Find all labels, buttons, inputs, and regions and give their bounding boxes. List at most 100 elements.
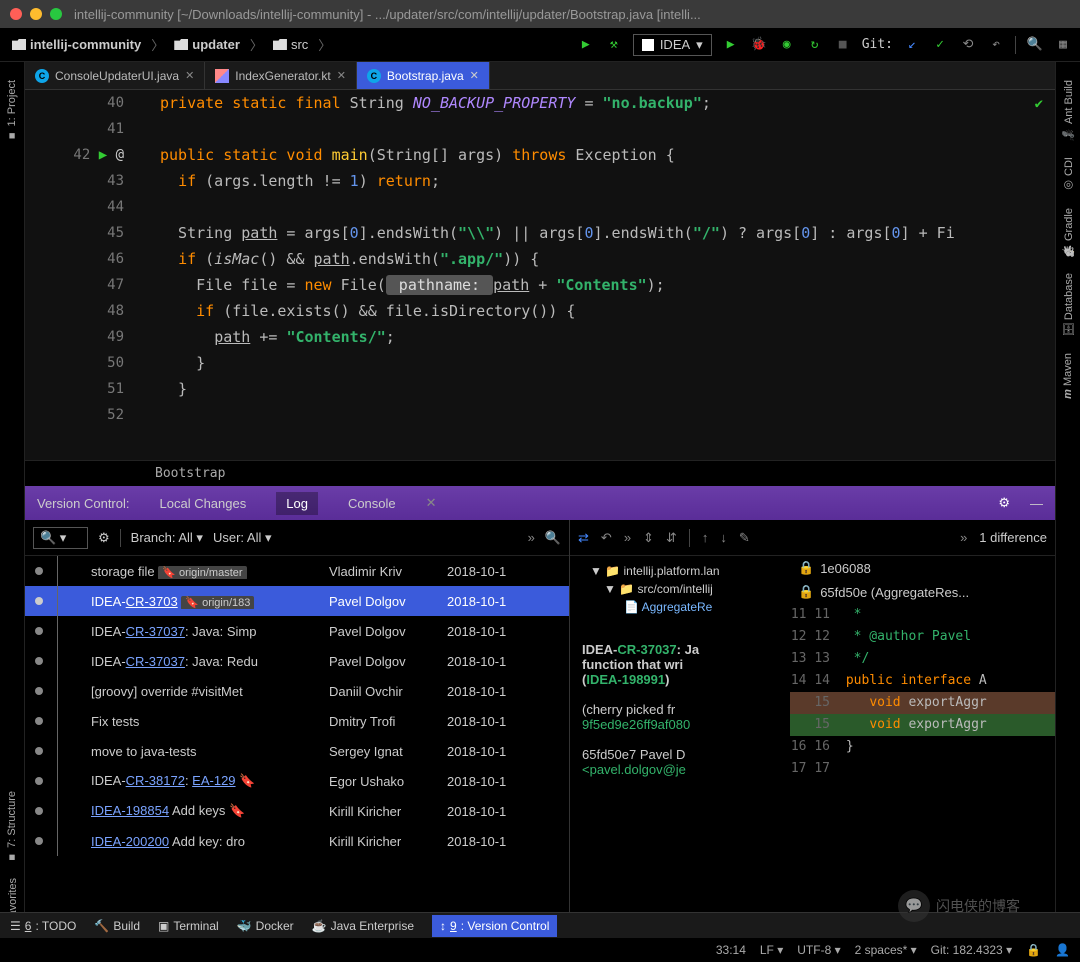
profiler-icon[interactable]: ↻ [806,36,824,54]
log-search-input[interactable]: 🔍 ▾ [33,527,88,549]
update-icon[interactable]: ↙ [903,36,921,54]
vcs-tab-console[interactable]: Console [338,492,406,515]
java-icon: C [367,69,381,83]
close-window-icon[interactable] [10,8,22,20]
diff-revision-b: 🔒 65fd50e (AggregateRes... [790,580,1055,604]
git-log-pane: 🔍 ▾ ⚙ Branch: All ▾ User: All ▾ » 🔍 stor… [25,520,570,960]
maven-tool-button[interactable]: m Maven [1062,353,1074,399]
right-tool-rail: 🐜 Ant Build ◎ CDI 🐘 Gradle 🗄 Database m … [1055,62,1080,960]
left-tool-rail: ■ 1: Project ■ 7: Structure ★ 2: Favorit… [0,62,25,960]
gear-icon[interactable]: ⚙ [998,495,1010,511]
search-icon[interactable]: 🔍 [545,530,561,546]
hammer-icon[interactable]: ⚒ [605,36,623,54]
folder-icon [273,39,287,50]
database-tool-button[interactable]: 🗄 Database [1062,273,1075,337]
commit-row[interactable]: IDEA-198854 Add keys 🔖 Kirill Kiricher20… [25,796,569,826]
debug-icon[interactable]: 🐞 [750,36,768,54]
breadcrumb-item[interactable]: intellij-community [8,35,145,54]
close-tab-icon[interactable]: ✕ [337,69,346,82]
editor-tab[interactable]: IndexGenerator.kt✕ [205,62,357,89]
terminal-tool-button[interactable]: ▣ Terminal [158,919,219,933]
vcs-tab-local-changes[interactable]: Local Changes [150,492,257,515]
expand-icon[interactable]: ⇕ [643,530,654,546]
chevron-right-icon: 〉 [250,35,263,54]
next-diff-icon[interactable]: ↓ [720,530,727,545]
run-button-icon[interactable]: ▶ [722,36,740,54]
commit-row[interactable]: [groovy] override #visitMet Daniil Ovchi… [25,676,569,706]
branch-tag: 🔖 origin/183 [181,596,254,609]
branch-tag: 🔖 origin/master [158,566,246,579]
chevron-right-icon: 〉 [151,35,164,54]
structure-tool-button[interactable]: ■ 7: Structure [6,791,18,863]
vcs-header-label: Version Control: [37,496,130,511]
editor-breadcrumb[interactable]: Bootstrap [25,460,1055,486]
revert-icon[interactable]: ↶ [987,36,1005,54]
diff-tree-file[interactable]: 📄 AggregateRe [576,598,784,616]
gradle-tool-button[interactable]: 🐘 Gradle [1062,208,1075,258]
navigation-bar: intellij-community 〉 updater 〉 src 〉 ▶ ⚒… [0,28,1080,62]
history-icon[interactable]: ⟲ [959,36,977,54]
user-filter[interactable]: User: All ▾ [213,530,272,546]
close-tab-icon[interactable]: ✕ [470,69,479,82]
editor-tab[interactable]: CConsoleUpdaterUI.java✕ [25,62,205,89]
branch-filter[interactable]: Branch: All ▾ [131,530,203,546]
commit-row[interactable]: IDEA-CR-37037: Java: Simp Pavel Dolgov20… [25,616,569,646]
search-icon[interactable]: 🔍 [1026,36,1044,54]
code-editor[interactable]: ✔ 404142 ▶ @43444546474849505152 private… [25,90,1055,460]
kotlin-icon [215,69,229,83]
minimize-window-icon[interactable] [30,8,42,20]
encoding[interactable]: UTF-8 ▾ [797,943,840,957]
commit-icon[interactable]: ✓ [931,36,949,54]
sync-icon[interactable]: ⇄ [578,530,589,546]
editor-tab[interactable]: CBootstrap.java✕ [357,62,490,89]
breadcrumb-item[interactable]: updater [170,35,244,54]
commit-row[interactable]: IDEA-CR-38172: EA-129 🔖 Egor Ushako2018-… [25,766,569,796]
run-icon[interactable]: ▶ [577,36,595,54]
diff-revision-a: 🔒 1e06088 [790,556,1055,580]
docker-tool-button[interactable]: 🐳 Docker [237,919,294,933]
line-ending[interactable]: LF ▾ [760,943,783,957]
edit-icon[interactable]: ✎ [739,530,750,546]
build-tool-button[interactable]: 🔨 Build [94,919,140,933]
java-ee-tool-button[interactable]: ☕ Java Enterprise [312,919,414,933]
version-control-tool-button[interactable]: ↕ 9: Version Control [432,915,557,937]
close-tab-icon[interactable]: ✕ [185,69,194,82]
java-icon: C [35,69,49,83]
breadcrumb-item[interactable]: src [269,35,312,54]
fullscreen-window-icon[interactable] [50,8,62,20]
indent[interactable]: 2 spaces* ▾ [855,943,917,957]
folder-icon [174,39,188,50]
cursor-position[interactable]: 33:14 [716,943,746,957]
ant-build-tool-button[interactable]: 🐜 Ant Build [1062,80,1075,141]
watermark: 💬 闪电侠的博客 [898,890,1020,922]
commit-row[interactable]: Fix tests Dmitry Trofi2018-10-1 [25,706,569,736]
diff-tree-folder[interactable]: ▼ 📁 src/com/intellij [576,580,784,598]
commit-row[interactable]: IDEA-200200 Add key: dro Kirill Kiricher… [25,826,569,856]
inspector-icon[interactable]: 👤 [1055,943,1070,957]
settings-icon[interactable]: ▦ [1054,36,1072,54]
vcs-tab-log[interactable]: Log [276,492,318,515]
collapse-icon[interactable]: ⇵ [666,530,677,546]
commit-row[interactable]: IDEA-CR-37037: Java: Redu Pavel Dolgov20… [25,646,569,676]
window-titlebar: intellij-community [~/Downloads/intellij… [0,0,1080,28]
commit-row[interactable]: move to java-tests Sergey Ignat2018-10-1 [25,736,569,766]
todo-tool-button[interactable]: ☰ 6: TODO [10,919,76,933]
undo-icon[interactable]: ↶ [601,530,612,546]
prev-diff-icon[interactable]: ↑ [702,530,709,545]
git-branch[interactable]: Git: 182.4323 ▾ [931,943,1012,957]
diff-tree-root[interactable]: ▼ 📁 intellij.platform.lan [576,562,784,580]
chevron-down-icon: ▾ [696,37,703,53]
stop-icon[interactable]: ■ [834,36,852,54]
commit-row[interactable]: IDEA-CR-3703 🔖 origin/183 Pavel Dolgov20… [25,586,569,616]
hide-icon[interactable]: — [1030,496,1043,511]
status-bar: 33:14 LF ▾ UTF-8 ▾ 2 spaces* ▾ Git: 182.… [0,938,1080,962]
commit-row[interactable]: storage file 🔖 origin/master Vladimir Kr… [25,556,569,586]
run-configuration-selector[interactable]: IDEA ▾ [633,34,712,56]
close-icon[interactable]: ✕ [426,495,437,511]
git-label: Git: [862,37,893,52]
lock-icon[interactable]: 🔒 [1026,943,1041,957]
gear-icon[interactable]: ⚙ [98,530,110,546]
cdi-tool-button[interactable]: ◎ CDI [1062,157,1075,192]
project-tool-button[interactable]: ■ 1: Project [6,80,18,142]
coverage-icon[interactable]: ◉ [778,36,796,54]
